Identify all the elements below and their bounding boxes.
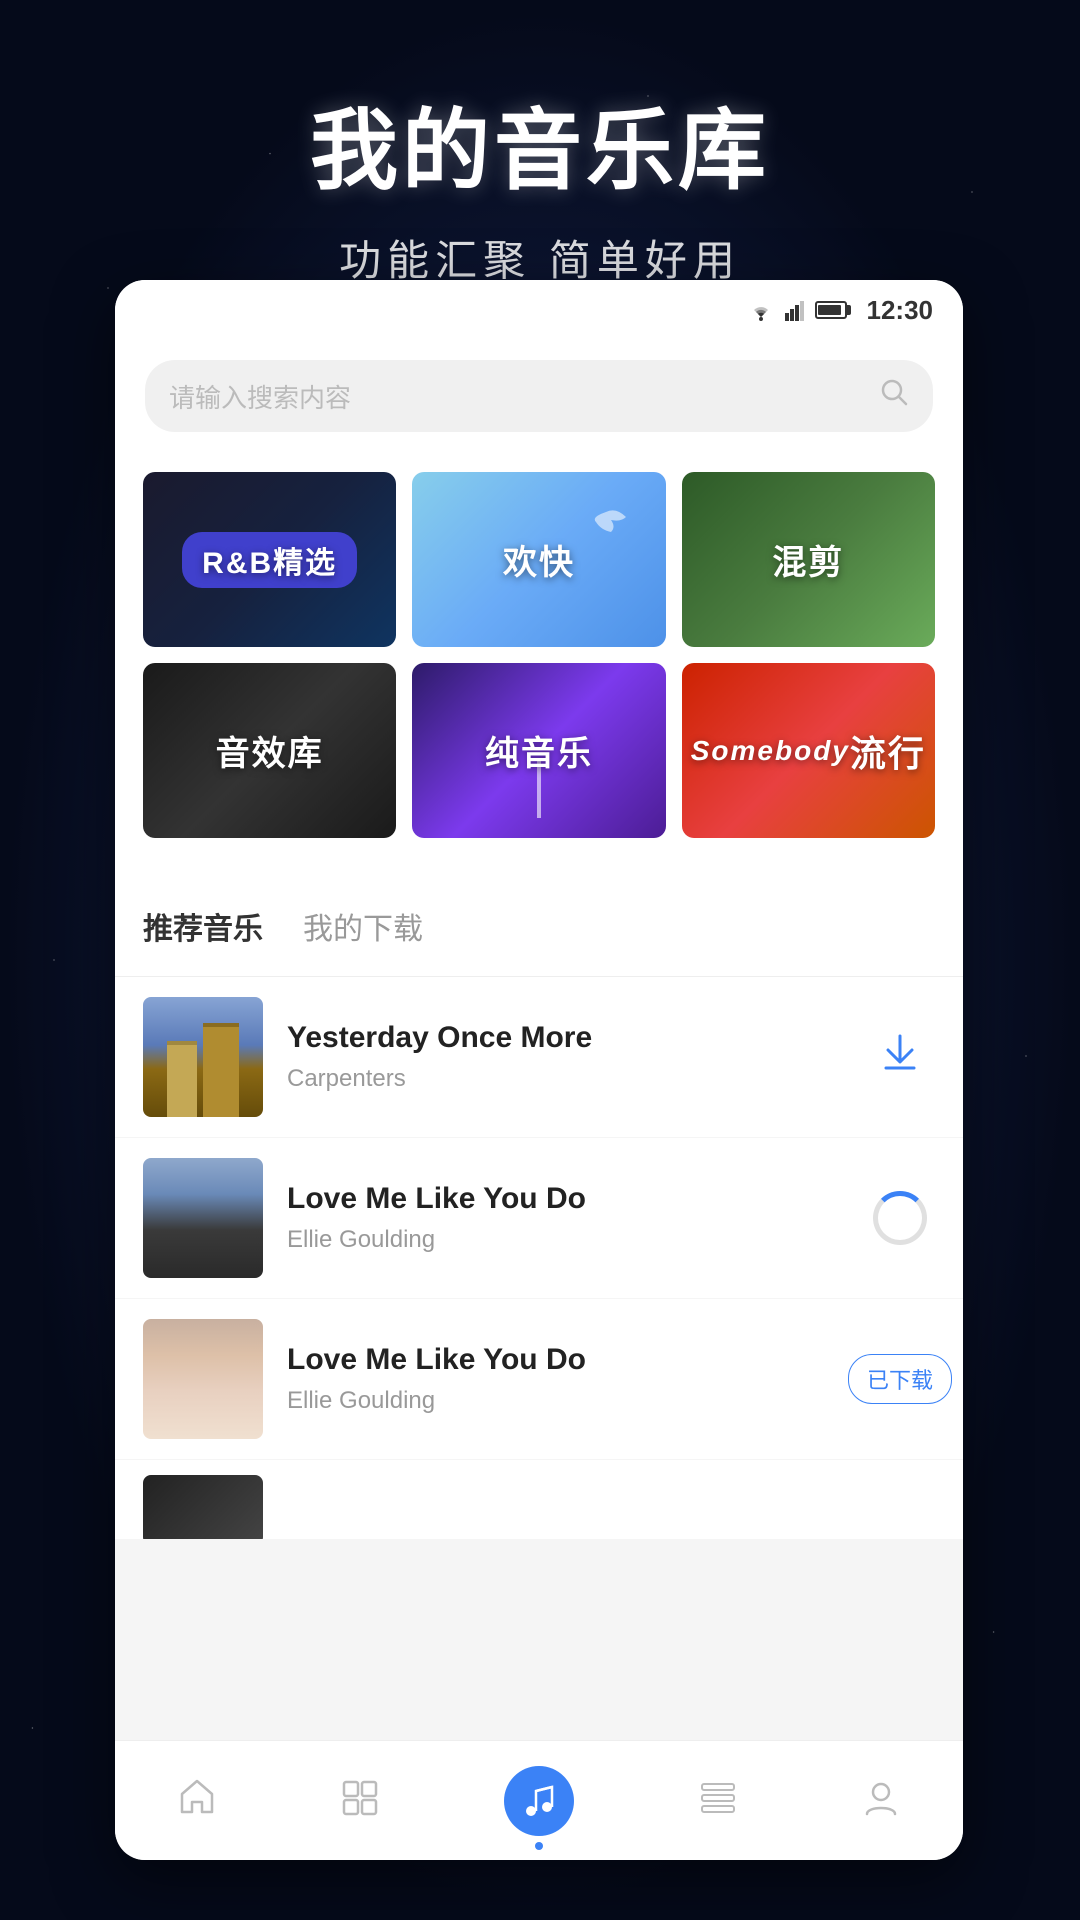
grid-item-rnb[interactable]: R&B精选 <box>143 472 396 647</box>
song-title-3: Love Me Like You Do <box>287 1343 841 1377</box>
song-thumbnail-1 <box>143 997 263 1117</box>
nav-active-dot <box>535 1842 543 1850</box>
grid-item-pure[interactable]: 纯音乐 <box>412 663 665 838</box>
app-subtitle: 功能汇聚 简单好用 <box>0 227 1080 288</box>
music-icon-active <box>504 1766 574 1836</box>
tab-recommended[interactable]: 推荐音乐 <box>143 904 263 956</box>
app-title: 我的音乐库 <box>0 80 1080 207</box>
music-list: Yesterday Once More Carpenters Love Me <box>115 977 963 1540</box>
download-icon <box>878 1030 922 1085</box>
grid-item-sfx[interactable]: 音效库 <box>143 663 396 838</box>
app-header: 我的音乐库 功能汇聚 简单好用 <box>0 0 1080 288</box>
grid-label-mix: 混剪 <box>682 472 935 647</box>
nav-item-music[interactable] <box>504 1766 574 1836</box>
list-item[interactable]: Yesterday Once More Carpenters <box>115 977 963 1138</box>
grid-label-rnb: R&B精选 <box>143 472 396 647</box>
grid-item-mix[interactable]: 混剪 <box>682 472 935 647</box>
song-title-2: Love Me Like You Do <box>287 1182 841 1216</box>
wifi-icon <box>747 299 775 321</box>
status-bar: 12:30 <box>115 280 963 340</box>
search-icon[interactable] <box>879 377 909 415</box>
grid-row-2: 音效库 纯音乐 Somebody 流行 <box>143 663 935 838</box>
category-grid: R&B精选 欢快 混剪 音效库 <box>115 462 963 874</box>
grid-icon <box>340 1778 380 1823</box>
song-action-downloaded-3[interactable]: 已下载 <box>865 1344 935 1414</box>
song-title-1: Yesterday Once More <box>287 1021 841 1055</box>
nav-item-user[interactable] <box>861 1778 901 1823</box>
status-time: 12:30 <box>867 295 934 326</box>
song-thumbnail-2 <box>143 1158 263 1278</box>
song-action-download-1[interactable] <box>865 1022 935 1092</box>
grid-label-happy: 欢快 <box>412 472 665 647</box>
signal-icon <box>785 299 805 321</box>
song-info-2: Love Me Like You Do Ellie Goulding <box>287 1182 841 1254</box>
search-bar[interactable]: 请输入搜索内容 <box>145 360 933 432</box>
song-thumbnail-3 <box>143 1319 263 1439</box>
grid-label-pure: 纯音乐 <box>412 663 665 838</box>
list-item[interactable]: Love Me Like You Do Ellie Goulding 已下载 <box>115 1299 963 1460</box>
song-artist-2: Ellie Goulding <box>287 1226 841 1254</box>
status-icons <box>747 299 847 321</box>
nav-item-home[interactable] <box>177 1776 217 1826</box>
loading-spinner <box>873 1191 927 1245</box>
grid-item-happy[interactable]: 欢快 <box>412 472 665 647</box>
grid-row-1: R&B精选 欢快 混剪 <box>143 472 935 647</box>
home-icon <box>177 1776 217 1826</box>
tab-downloads[interactable]: 我的下载 <box>303 904 423 956</box>
music-tabs: 推荐音乐 我的下载 <box>115 874 963 977</box>
battery-icon <box>815 301 847 319</box>
grid-item-pop[interactable]: Somebody 流行 <box>682 663 935 838</box>
song-artist-1: Carpenters <box>287 1065 841 1093</box>
song-artist-3: Ellie Goulding <box>287 1387 841 1415</box>
user-icon <box>861 1778 901 1823</box>
song-action-loading-2[interactable] <box>865 1183 935 1253</box>
downloaded-badge: 已下载 <box>848 1354 952 1404</box>
list-item[interactable]: Love Me Like You Do Ellie Goulding <box>115 1138 963 1299</box>
search-section: 请输入搜索内容 <box>115 340 963 462</box>
grid-label-pop: Somebody 流行 <box>682 663 935 838</box>
song-info-3: Love Me Like You Do Ellie Goulding <box>287 1343 841 1415</box>
list-item-partial <box>115 1460 963 1540</box>
nav-item-grid[interactable] <box>340 1778 380 1823</box>
grid-label-sfx: 音效库 <box>143 663 396 838</box>
nav-item-list[interactable] <box>698 1778 738 1823</box>
song-info-1: Yesterday Once More Carpenters <box>287 1021 841 1093</box>
song-thumbnail-partial <box>143 1475 263 1541</box>
bottom-navigation <box>115 1740 963 1860</box>
list-icon <box>698 1778 738 1823</box>
search-placeholder: 请输入搜索内容 <box>169 378 863 415</box>
phone-frame: 12:30 请输入搜索内容 R&B精选 <box>115 280 963 1860</box>
